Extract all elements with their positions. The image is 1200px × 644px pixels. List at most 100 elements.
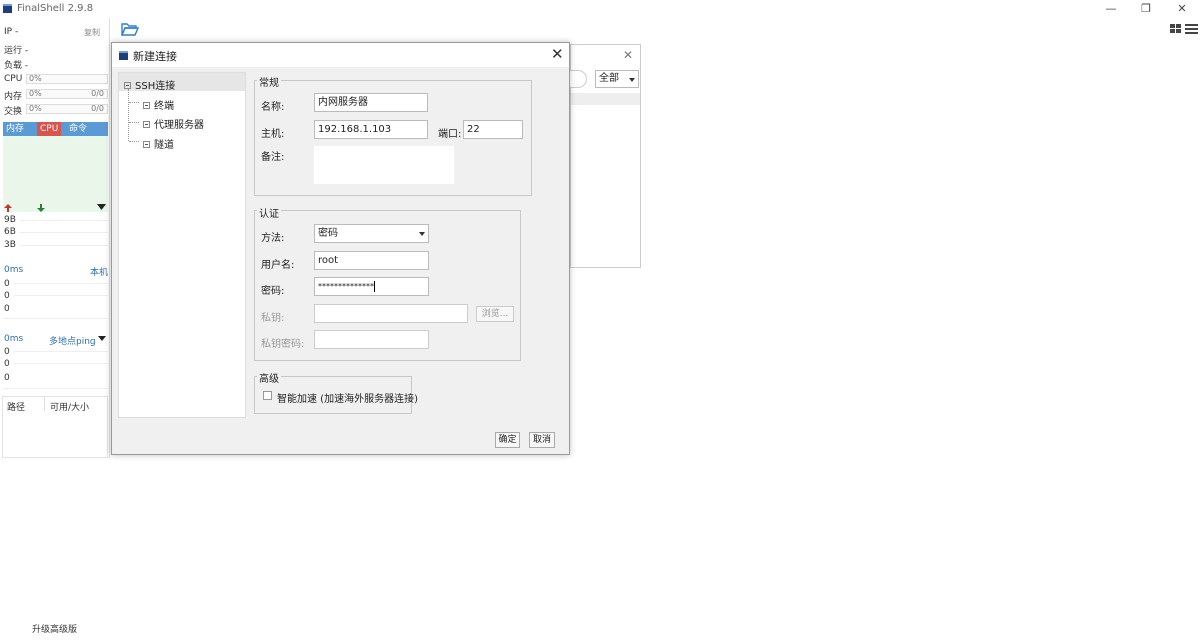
swap-label: 交换	[4, 107, 23, 117]
smart-accel-checkbox[interactable]	[263, 391, 272, 400]
grid-line	[14, 283, 108, 284]
method-label: 方法:	[261, 233, 285, 244]
latency-value: 0ms	[4, 334, 24, 344]
key-password-label: 私钥密码:	[261, 339, 305, 350]
grid-line	[14, 351, 108, 352]
latency-row: 0	[4, 359, 10, 369]
username-field[interactable]: root	[314, 251, 429, 270]
tree-line	[129, 102, 139, 103]
ip-label: IP -	[4, 27, 19, 37]
latency-target-multi-ping[interactable]: 多地点ping	[49, 334, 96, 347]
general-legend: 常规	[257, 74, 281, 89]
disk-col-path: 路径	[7, 403, 26, 413]
password-value: **************	[318, 282, 374, 291]
minimize-button[interactable]: —	[1101, 2, 1121, 16]
app-title: FinalShell 2.9.8	[17, 3, 94, 14]
close-button[interactable]: ✕	[1172, 2, 1192, 16]
name-label: 名称:	[261, 102, 285, 113]
upload-arrow-icon	[4, 204, 12, 212]
tree-line	[128, 89, 129, 141]
restore-button[interactable]: ❐	[1136, 2, 1156, 16]
latency-value: 0ms	[4, 265, 24, 275]
tree-item-label: 隧道	[154, 140, 174, 151]
status-panel: IP - 复制 运行 - 负载 - CPU 0% 内存 0% 0/0 交换 0% 0…	[0, 18, 110, 458]
collapse-icon[interactable]	[143, 102, 150, 109]
tree-item-ssh[interactable]: SSH连接	[124, 77, 175, 92]
collapse-icon[interactable]	[124, 82, 131, 89]
net-scale-1: 9B	[4, 215, 16, 225]
net-scale-2: 6B	[4, 227, 16, 237]
title-bar: FinalShell 2.9.8 — ❐ ✕	[0, 0, 1200, 18]
ok-button[interactable]: 确定	[495, 432, 520, 448]
key-password-field[interactable]	[314, 330, 429, 349]
latency-row: 0	[4, 291, 10, 301]
port-label: 端口:	[438, 129, 462, 140]
tab-memory[interactable]: 内存	[3, 122, 27, 136]
mem-label: 内存	[4, 92, 23, 102]
grid-line	[20, 245, 108, 246]
ping-dropdown-icon[interactable]	[98, 336, 106, 341]
dialog-close-icon[interactable]: ✕	[551, 45, 564, 63]
upgrade-link[interactable]: 升级高级版	[32, 622, 77, 635]
auth-method-value: 密码	[318, 228, 338, 239]
dialog-title-bar: 新建连接 ✕	[112, 43, 569, 67]
run-label: 运行 -	[4, 46, 29, 56]
disk-col-size: 可用/大小	[50, 403, 90, 413]
network-dropdown-icon[interactable]	[97, 204, 106, 210]
password-label: 密码:	[261, 286, 285, 297]
download-arrow-icon	[37, 204, 45, 212]
collapse-icon[interactable]	[143, 121, 150, 128]
grid-line	[20, 220, 108, 221]
private-key-field[interactable]	[314, 304, 468, 323]
settings-tree: SSH连接 终端 代理服务器 隧道	[118, 72, 246, 418]
auth-method-select[interactable]: 密码	[314, 224, 429, 243]
tree-item-label: 终端	[154, 101, 174, 112]
port-field[interactable]: 22	[463, 120, 523, 139]
chevron-down-icon	[419, 232, 425, 236]
tree-item-proxy[interactable]: 代理服务器	[143, 116, 204, 131]
load-label: 负载 -	[4, 61, 29, 71]
list-header	[571, 93, 640, 105]
private-key-label: 私钥:	[261, 313, 285, 324]
close-icon[interactable]: ✕	[623, 48, 633, 62]
latency-target-local[interactable]: 本机	[90, 265, 108, 278]
menu-icon[interactable]	[1185, 23, 1198, 35]
cancel-button[interactable]: 取消	[529, 432, 555, 448]
auth-legend: 认证	[257, 205, 281, 220]
cpu-usage-value: 0%	[29, 74, 42, 83]
latency-row: 0	[4, 373, 10, 383]
grid-line	[20, 232, 108, 233]
tree-item-tunnel[interactable]: 隧道	[143, 136, 174, 151]
new-connection-dialog: 新建连接 ✕ SSH连接 终端 代理服务器 隧道 常规 名称: 内网服务器 主机…	[111, 42, 570, 455]
note-label: 备注:	[261, 152, 285, 163]
filter-select[interactable]: 全部	[595, 70, 639, 88]
divider	[3, 388, 108, 389]
filter-value: 全部	[599, 73, 619, 84]
mem-usage-value: 0%	[29, 89, 42, 98]
tree-item-terminal[interactable]: 终端	[143, 97, 174, 112]
advanced-legend: 高级	[257, 370, 281, 385]
collapse-icon[interactable]	[143, 141, 150, 148]
smart-accel-label: 智能加速 (加速海外服务器连接)	[277, 394, 418, 405]
tab-cpu[interactable]: CPU	[37, 122, 62, 136]
tab-command[interactable]: 命令	[66, 122, 90, 136]
divider	[3, 318, 108, 319]
host-field[interactable]: 192.168.1.103	[314, 120, 428, 139]
note-textarea[interactable]	[314, 146, 454, 184]
latency-row: 0	[4, 347, 10, 357]
browse-button[interactable]: 浏览...	[476, 306, 514, 322]
disk-table: 路径 可用/大小	[2, 396, 108, 458]
latency-row: 0	[4, 279, 10, 289]
copy-ip-button[interactable]: 复制	[84, 27, 100, 38]
grid-line	[14, 295, 108, 296]
password-field[interactable]: **************	[314, 277, 429, 296]
text-cursor	[374, 281, 375, 292]
tree-line	[129, 122, 139, 123]
net-scale-3: 3B	[4, 240, 16, 250]
grid-view-icon[interactable]	[1170, 23, 1182, 35]
folder-open-icon[interactable]	[121, 22, 139, 36]
tree-item-label: 代理服务器	[154, 120, 204, 131]
username-label: 用户名:	[261, 260, 295, 271]
name-field[interactable]: 内网服务器	[314, 93, 428, 112]
cpu-usage-bar: 0%	[26, 74, 108, 84]
